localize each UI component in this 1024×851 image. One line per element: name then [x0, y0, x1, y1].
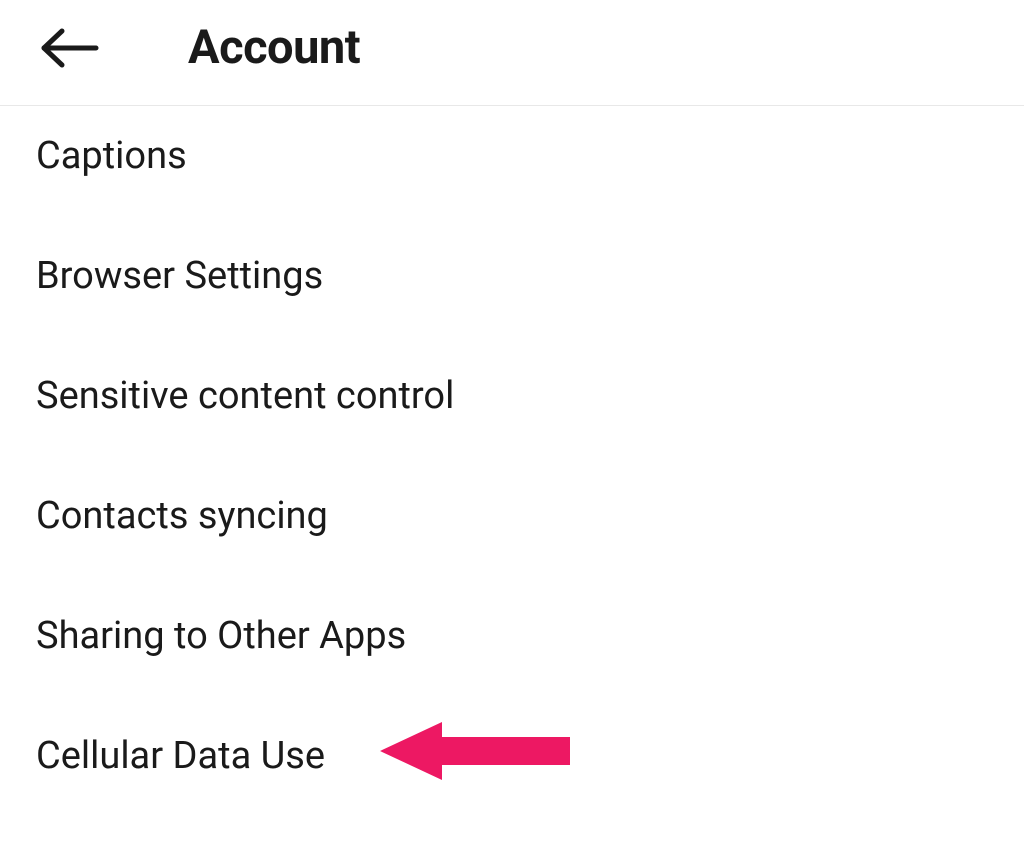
back-button[interactable]: [38, 27, 100, 69]
list-item-browser-settings[interactable]: Browser Settings: [0, 216, 1024, 336]
highlight-arrow-annotation: [380, 716, 570, 796]
list-item-contacts-syncing[interactable]: Contacts syncing: [0, 456, 1024, 576]
list-item-sensitive-content-control[interactable]: Sensitive content control: [0, 336, 1024, 456]
list-item-label: Captions: [36, 134, 187, 178]
list-item-label: Browser Settings: [36, 254, 323, 298]
page-title: Account: [188, 20, 360, 75]
header: Account: [0, 0, 1024, 106]
list-item-captions[interactable]: Captions: [0, 106, 1024, 216]
list-item-label: Sharing to Other Apps: [36, 614, 406, 658]
list-item-label: Cellular Data Use: [36, 734, 325, 778]
list-item-label: Sensitive content control: [36, 374, 454, 418]
arrow-left-icon: [38, 27, 100, 69]
list-item-sharing-to-other-apps[interactable]: Sharing to Other Apps: [0, 576, 1024, 696]
settings-list: Captions Browser Settings Sensitive cont…: [0, 106, 1024, 816]
list-item-label: Contacts syncing: [36, 494, 328, 538]
list-item-cellular-data-use[interactable]: Cellular Data Use: [0, 696, 1024, 816]
arrow-left-pointer-icon: [380, 716, 570, 786]
